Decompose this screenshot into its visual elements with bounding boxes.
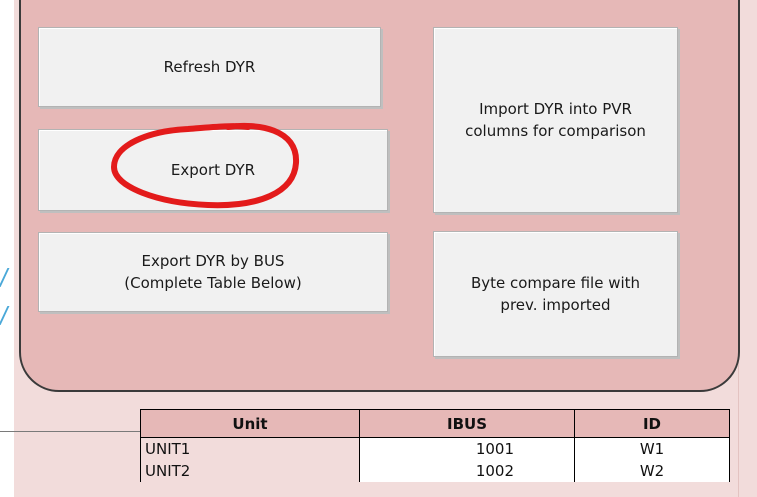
column-header-ibus: IBUS xyxy=(359,409,575,438)
column-header-id: ID xyxy=(574,409,730,438)
table-row: UNIT1 1001 W1 xyxy=(140,437,730,460)
left-margin-strip xyxy=(0,0,14,497)
cell-ibus[interactable]: 1001 xyxy=(359,437,575,460)
refresh-dyr-button[interactable]: Refresh DYR xyxy=(38,27,381,107)
import-dyr-button[interactable]: Import DYR into PVR columns for comparis… xyxy=(433,27,678,213)
byte-compare-button[interactable]: Byte compare file with prev. imported xyxy=(433,231,678,357)
table-row: UNIT2 1002 W2 xyxy=(140,460,730,482)
blue-mark-top: / xyxy=(0,263,8,293)
blue-mark-bottom: / xyxy=(0,301,8,331)
cell-unit[interactable]: UNIT1 xyxy=(140,437,360,460)
cell-id[interactable]: W2 xyxy=(574,460,730,482)
cell-ibus[interactable]: 1002 xyxy=(359,460,575,482)
table-header-row: Unit IBUS ID xyxy=(140,409,730,438)
export-dyr-by-bus-button[interactable]: Export DYR by BUS (Complete Table Below) xyxy=(38,232,388,312)
sheet-divider-line xyxy=(0,431,140,432)
export-dyr-button[interactable]: Export DYR xyxy=(38,129,388,211)
right-margin-strip xyxy=(738,0,757,497)
cell-id[interactable]: W1 xyxy=(574,437,730,460)
cell-unit[interactable]: UNIT2 xyxy=(140,460,360,482)
unit-ibus-table: Unit IBUS ID UNIT1 1001 W1 UNIT2 1002 W2 xyxy=(140,409,730,482)
column-header-unit: Unit xyxy=(140,409,360,438)
